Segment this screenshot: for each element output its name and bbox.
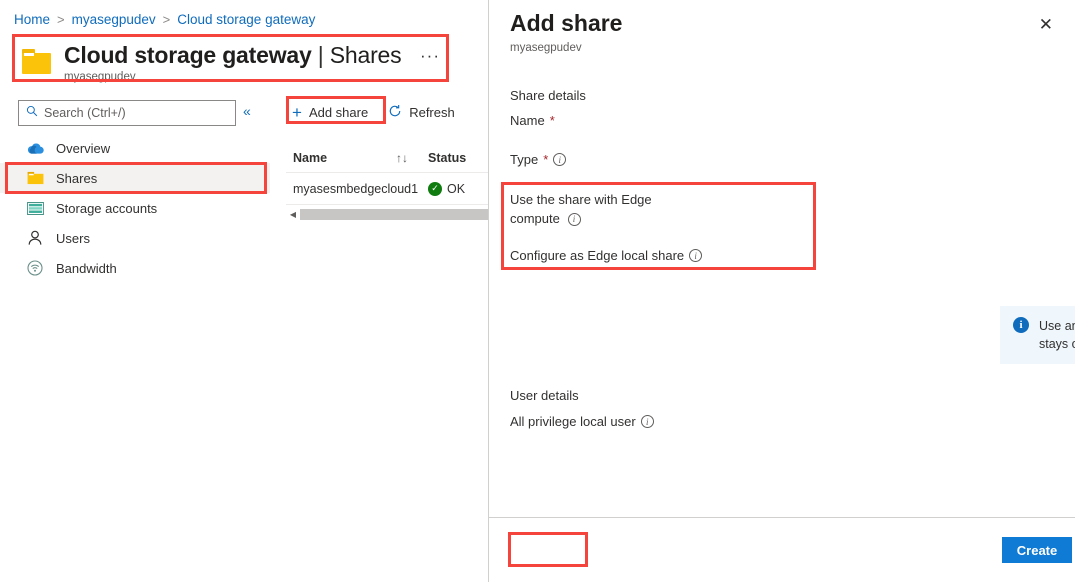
check-circle-icon: ✓ bbox=[428, 182, 442, 196]
column-header-name[interactable]: Name bbox=[286, 151, 396, 165]
required-marker: * bbox=[550, 113, 555, 128]
info-banner-text: Use an Edge local share to process data … bbox=[1039, 317, 1075, 353]
search-input[interactable] bbox=[44, 106, 228, 120]
breadcrumb-separator: > bbox=[163, 12, 171, 27]
info-icon: i bbox=[1013, 317, 1029, 333]
scroll-left-arrow[interactable]: ◀ bbox=[286, 210, 300, 219]
required-marker: * bbox=[543, 152, 548, 167]
info-icon[interactable]: i bbox=[641, 415, 654, 428]
azure-portal-screen: Home > myasegpudev > Cloud storage gatew… bbox=[0, 0, 1075, 582]
breadcrumb-item-home[interactable]: Home bbox=[14, 12, 50, 27]
more-options-button[interactable]: ··· bbox=[420, 46, 440, 66]
table-header-row: Name ↑↓ Status bbox=[286, 143, 488, 173]
close-icon[interactable]: ✕ bbox=[1039, 16, 1053, 33]
shares-toolbar: + Add share Refresh bbox=[292, 98, 455, 126]
info-icon[interactable]: i bbox=[689, 249, 702, 262]
refresh-button[interactable]: Refresh bbox=[388, 104, 455, 121]
cell-share-status: ✓ OK bbox=[428, 182, 465, 196]
page-title-section: Shares bbox=[330, 42, 402, 68]
page-title-separator: | bbox=[318, 42, 324, 68]
left-pane: Home > myasegpudev > Cloud storage gatew… bbox=[0, 0, 488, 582]
page-subtitle: myasegpudev bbox=[64, 71, 401, 83]
create-button[interactable]: Create bbox=[1002, 537, 1072, 563]
panel-subtitle: myasegpudev bbox=[510, 42, 582, 54]
folder-icon bbox=[22, 49, 52, 74]
collapse-sidebar-button[interactable]: « bbox=[243, 103, 251, 119]
sidebar-item-label: Users bbox=[56, 231, 90, 246]
user-icon bbox=[26, 229, 44, 247]
column-header-status[interactable]: Status bbox=[428, 151, 488, 165]
privilege-label-text: All privilege local user bbox=[510, 414, 636, 429]
annotation-create-button-box bbox=[508, 532, 588, 567]
info-icon[interactable]: i bbox=[568, 213, 581, 226]
table-row[interactable]: myasesmbedgecloud1 ✓ OK bbox=[286, 173, 488, 205]
edge-local-share-label-text: Configure as Edge local share bbox=[510, 248, 684, 263]
search-icon bbox=[26, 104, 38, 122]
sidebar-item-users[interactable]: Users bbox=[0, 223, 270, 253]
plus-icon: + bbox=[292, 104, 302, 121]
bandwidth-icon bbox=[26, 259, 44, 277]
panel-title: Add share bbox=[510, 10, 622, 37]
share-details-label: Share details bbox=[510, 88, 586, 103]
breadcrumb-item-current[interactable]: Cloud storage gateway bbox=[177, 12, 315, 27]
edge-local-share-checkbox-label: Configure as Edge local share i bbox=[510, 248, 702, 263]
breadcrumb-item-resource[interactable]: myasegpudev bbox=[72, 12, 156, 27]
folder-icon bbox=[26, 169, 44, 187]
scrollbar-thumb[interactable] bbox=[300, 209, 488, 220]
info-banner: i Use an Edge local share to process dat… bbox=[1000, 306, 1075, 364]
privilege-user-label: All privilege local user i bbox=[510, 414, 654, 429]
user-details-label: User details bbox=[510, 388, 579, 403]
sidebar-item-label: Overview bbox=[56, 141, 110, 156]
sort-icon[interactable]: ↑↓ bbox=[396, 151, 428, 165]
type-label-text: Type bbox=[510, 152, 538, 167]
horizontal-scrollbar[interactable]: ◀ bbox=[286, 208, 488, 220]
page-title-row: Cloud storage gateway | Shares myasegpud… bbox=[22, 42, 401, 83]
sidebar-item-label: Storage accounts bbox=[56, 201, 157, 216]
status-text: OK bbox=[447, 182, 465, 196]
sidebar-item-shares[interactable]: Shares bbox=[0, 163, 270, 193]
page-title-main: Cloud storage gateway bbox=[64, 42, 312, 68]
cloud-icon bbox=[26, 139, 44, 157]
refresh-icon bbox=[388, 104, 402, 121]
edge-compute-checkbox-label: Use the share with Edge compute i bbox=[510, 191, 685, 229]
sidebar-nav: Overview Shares Storage accounts Users bbox=[0, 133, 270, 283]
name-label-text: Name bbox=[510, 113, 545, 128]
breadcrumb-separator: > bbox=[57, 12, 65, 27]
sidebar-item-bandwidth[interactable]: Bandwidth bbox=[0, 253, 270, 283]
search-box[interactable] bbox=[18, 100, 236, 126]
storage-accounts-icon bbox=[26, 199, 44, 217]
sidebar-item-overview[interactable]: Overview bbox=[0, 133, 270, 163]
sidebar-item-label: Shares bbox=[56, 171, 97, 186]
name-field-label: Name * bbox=[510, 113, 555, 128]
cell-share-name: myasesmbedgecloud1 bbox=[286, 182, 428, 196]
refresh-label: Refresh bbox=[409, 105, 455, 120]
edge-compute-label-text: Use the share with Edge compute bbox=[510, 192, 652, 226]
shares-table: Name ↑↓ Status myasesmbedgecloud1 ✓ OK bbox=[286, 143, 488, 205]
add-share-panel: Add share myasegpudev ✕ Share details Na… bbox=[489, 0, 1075, 582]
breadcrumb: Home > myasegpudev > Cloud storage gatew… bbox=[14, 12, 315, 27]
page-title: Cloud storage gateway | Shares bbox=[64, 42, 401, 68]
sidebar-item-storage-accounts[interactable]: Storage accounts bbox=[0, 193, 270, 223]
sidebar-item-label: Bandwidth bbox=[56, 261, 117, 276]
add-share-label: Add share bbox=[309, 105, 368, 120]
type-field-label: Type * i bbox=[510, 152, 566, 167]
add-share-button[interactable]: + Add share bbox=[292, 104, 368, 121]
info-icon[interactable]: i bbox=[553, 153, 566, 166]
footer-divider bbox=[489, 517, 1075, 518]
